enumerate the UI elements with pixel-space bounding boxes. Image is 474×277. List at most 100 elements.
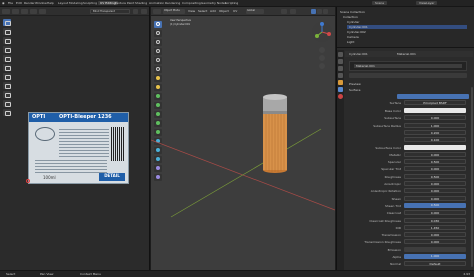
tool-tab-icon[interactable]	[338, 52, 343, 57]
image-selector[interactable]: Blind Transparent	[90, 9, 130, 14]
outliner-item-light[interactable]: Light	[347, 40, 355, 44]
property-value-field[interactable]: 0.000	[404, 210, 466, 216]
output-tab-icon[interactable]	[338, 66, 343, 71]
zoom-view-icon[interactable]	[319, 47, 325, 53]
outliner-item-cylinder-002[interactable]: Cylinder.002	[347, 30, 366, 34]
tab-modeling[interactable]: Modeling	[69, 1, 83, 5]
rotate-tool-icon[interactable]	[3, 46, 11, 53]
property-value-field[interactable]	[404, 246, 466, 252]
view-layer-selector[interactable]: ViewLayer	[416, 1, 438, 5]
menu-edit[interactable]: Edit	[16, 1, 22, 5]
outliner-item-collection[interactable]: Collection	[343, 15, 358, 19]
property-value-field[interactable]: Default	[404, 261, 466, 267]
property-value-field[interactable]: 0.000	[404, 166, 466, 172]
blender-logo-icon[interactable]: ◉	[2, 1, 5, 5]
proportional-toggle[interactable]	[290, 9, 296, 14]
property-value-field[interactable]: 0.000	[404, 181, 466, 186]
scene-tab-icon[interactable]	[338, 73, 343, 78]
object-name-label[interactable]: Cylinder.001	[349, 52, 368, 56]
view-menu-button[interactable]	[12, 9, 19, 14]
relax-tool-icon[interactable]	[3, 91, 11, 98]
uv-cursor-icon[interactable]	[26, 179, 30, 183]
property-value-field[interactable]	[404, 108, 466, 113]
select-menu-button[interactable]	[21, 9, 28, 14]
cursor-tool-icon[interactable]	[3, 28, 11, 35]
tab-layout[interactable]: Layout	[58, 1, 68, 5]
render-tab-icon[interactable]	[338, 59, 343, 64]
viewport-shading-rendered[interactable]	[323, 9, 328, 14]
object-menu[interactable]: Object	[219, 9, 229, 13]
tab-geometry-nodes[interactable]: Geometry Nodes	[201, 1, 226, 5]
outliner[interactable]: Scene Collection Collection Cylinder Cyl…	[337, 7, 474, 48]
property-value-field[interactable]: 0.500	[404, 173, 466, 179]
property-value-field[interactable]: 1.450	[404, 224, 466, 230]
material-name-label[interactable]: Material.001	[397, 52, 416, 56]
tab-compositing[interactable]: Compositing	[182, 1, 201, 5]
object-tab-icon[interactable]	[338, 80, 343, 85]
tab-animation[interactable]: Animation	[149, 1, 164, 5]
uv-menu-button[interactable]	[39, 9, 46, 14]
transform-orientation-selector[interactable]: Global	[246, 9, 264, 14]
property-value-field[interactable]: 0.000	[404, 195, 466, 201]
view-menu[interactable]: View	[188, 9, 195, 13]
property-value-field[interactable]: 1.000	[404, 122, 466, 128]
editor-type-button[interactable]	[2, 9, 10, 14]
property-value-field[interactable]: 0.000	[404, 232, 466, 238]
transform-tool-icon[interactable]	[3, 64, 11, 71]
add-menu[interactable]: Add	[210, 9, 216, 13]
property-value-field[interactable]: 0.030	[404, 217, 466, 223]
navigation-gizmo[interactable]	[311, 21, 333, 43]
outliner-item-camera[interactable]: Camera	[347, 35, 359, 39]
annotate-tool-icon[interactable]	[3, 73, 11, 80]
property-value-field[interactable]: 0.200	[404, 129, 466, 135]
tab-texture-paint[interactable]: Texture Paint	[115, 1, 134, 5]
properties-scrollbar[interactable]	[471, 87, 473, 267]
property-value-field[interactable]: 0.000	[404, 151, 466, 157]
outliner-root[interactable]: Scene Collection	[340, 10, 365, 14]
material-slot-list[interactable]: Material.001	[349, 61, 467, 71]
material-slot-item[interactable]: Material.001	[354, 64, 462, 68]
preview-section[interactable]: Preview	[349, 82, 361, 86]
property-value-field[interactable]: 0.100	[404, 137, 466, 143]
select-box-tool-icon[interactable]	[3, 19, 11, 26]
pin-button[interactable]	[141, 9, 147, 14]
snap-toggle[interactable]	[281, 9, 287, 14]
rip-tool-icon[interactable]	[3, 109, 11, 116]
tab-scripting[interactable]: Scripting	[225, 1, 238, 5]
surface-shader-selector[interactable]: Principled BSDF	[404, 100, 466, 105]
editor-type-button[interactable]	[153, 9, 161, 14]
property-value-field[interactable]: 0.000	[404, 239, 466, 245]
menu-render[interactable]: Render	[24, 1, 35, 5]
property-value-field[interactable]: 0.000	[404, 115, 466, 121]
menu-window[interactable]: Window	[35, 1, 47, 5]
viewport-shading-solid[interactable]	[311, 9, 316, 14]
image-menu-button[interactable]	[30, 9, 37, 14]
image-close-button[interactable]	[133, 9, 138, 14]
tab-shading[interactable]: Shading	[135, 1, 147, 5]
property-value-field[interactable]	[404, 144, 466, 150]
property-value-field[interactable]: 0.500	[404, 159, 466, 165]
camera-view-icon[interactable]	[319, 63, 325, 69]
grab-tool-icon[interactable]	[3, 82, 11, 89]
outliner-item-cylinder[interactable]: Cylinder	[347, 20, 359, 24]
property-value-field[interactable]: 0.500	[404, 202, 466, 208]
image-editor[interactable]: Blind Transparent OPTI OPTI-Bleeper 1236…	[0, 7, 150, 270]
property-value-field[interactable]: 0.000	[404, 188, 466, 194]
tab-rendering[interactable]: Rendering	[165, 1, 180, 5]
scale-tool-icon[interactable]	[3, 55, 11, 62]
viewport-shading-material[interactable]	[317, 9, 322, 14]
menu-help[interactable]: Help	[47, 1, 54, 5]
tab-sculpting[interactable]: Sculpting	[83, 1, 97, 5]
menu-file[interactable]: File	[8, 1, 13, 5]
material-datablock[interactable]	[349, 73, 467, 78]
mode-selector[interactable]: Object Mode	[163, 9, 185, 14]
outliner-item-cylinder-001[interactable]: Cylinder.001	[347, 25, 467, 29]
property-value-field[interactable]: 1.000	[404, 254, 466, 259]
move-tool-icon[interactable]	[3, 37, 11, 44]
surface-section[interactable]: Surface	[349, 88, 360, 92]
modifier-tab-icon[interactable]	[338, 87, 343, 92]
uv-menu[interactable]: UV	[233, 9, 237, 13]
use-nodes-button[interactable]	[397, 94, 469, 99]
scene-selector[interactable]: Scene	[372, 1, 388, 5]
select-menu[interactable]: Select	[198, 9, 207, 13]
